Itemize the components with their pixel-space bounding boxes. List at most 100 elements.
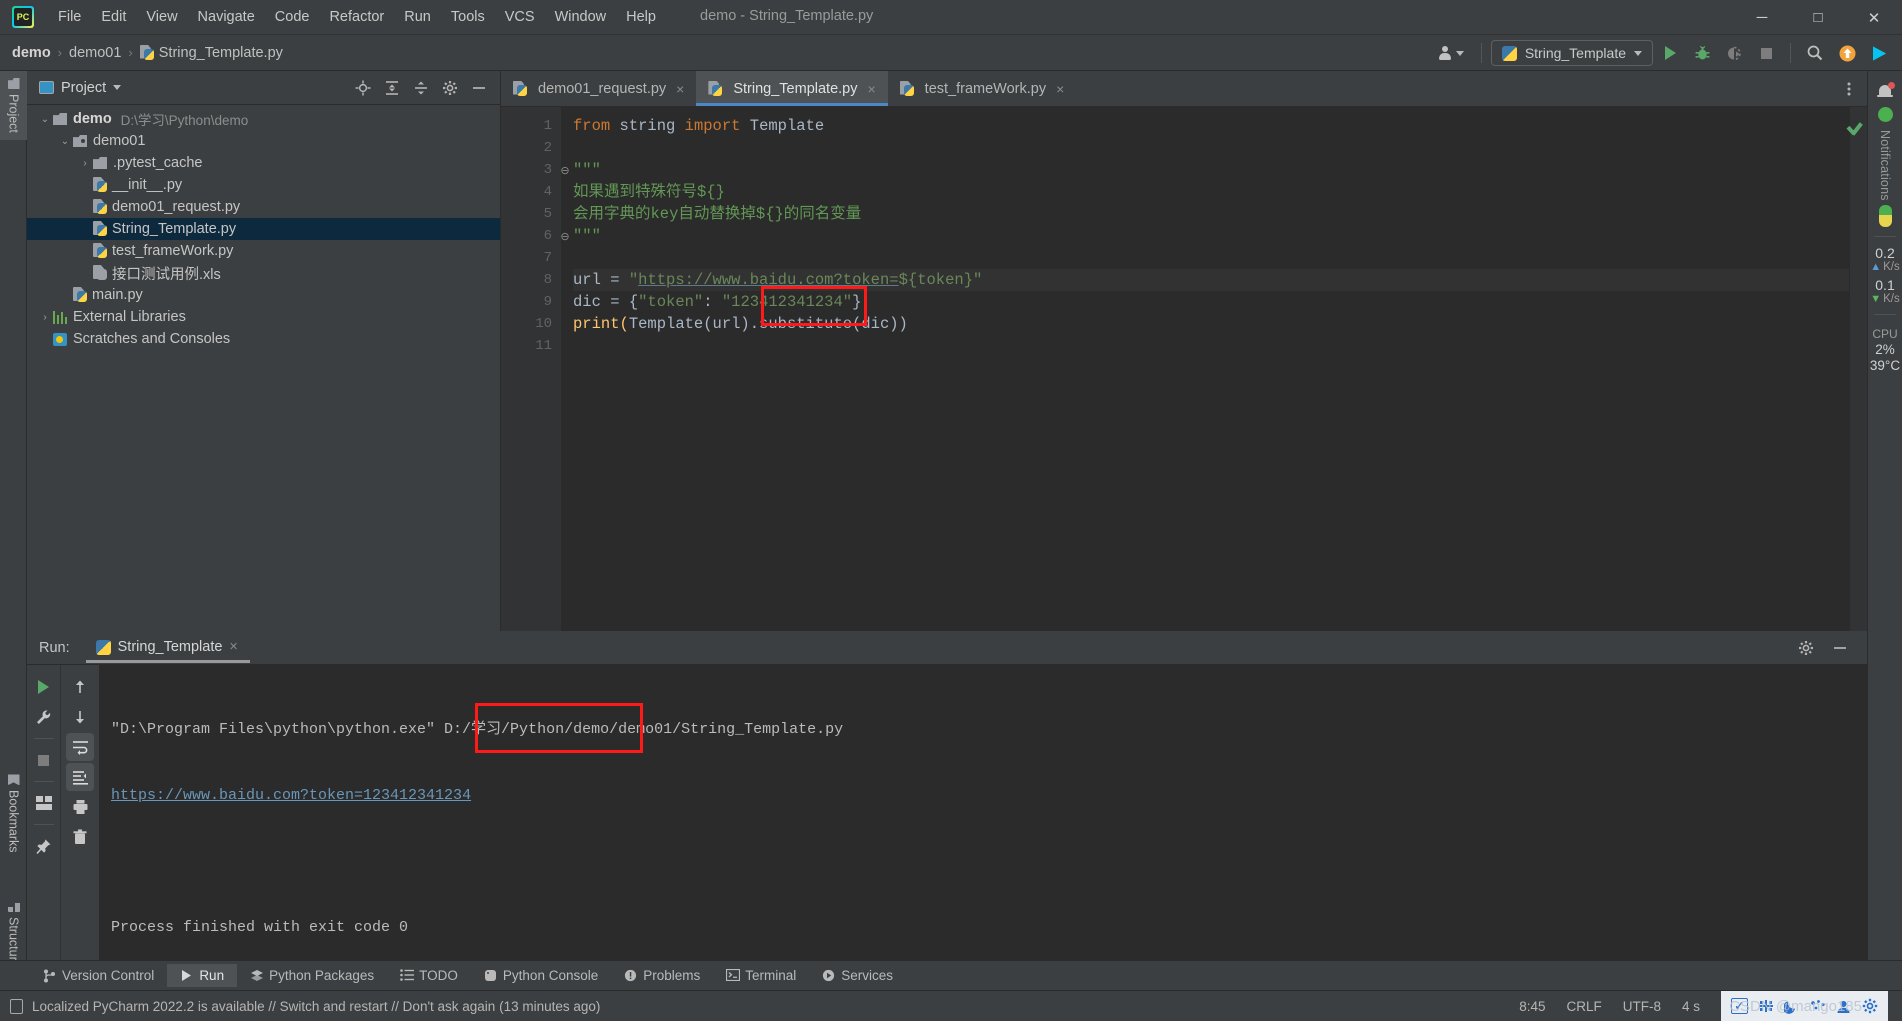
bottom-tab-python-console[interactable]: Python Console [471, 964, 611, 987]
pin-icon[interactable] [30, 832, 58, 860]
event-log-icon[interactable] [10, 998, 23, 1014]
minimize-button[interactable]: ─ [1734, 0, 1790, 35]
tree-row[interactable]: String_Template.py [27, 218, 500, 240]
expand-all-icon[interactable] [379, 76, 405, 100]
code-editor[interactable]: 1 2 3 4 5 6 7 8 9 10 11 ⊖ ⊖ from string import Templ… [501, 107, 1867, 631]
status-line-separator[interactable]: CRLF [1566, 999, 1601, 1014]
tree-row[interactable]: __init__.py [27, 174, 500, 196]
print-icon[interactable] [66, 793, 94, 821]
bottom-tab-version-control[interactable]: Version Control [30, 964, 167, 987]
code-line-10[interactable]: print(Template(url).substitute(dic)) [573, 313, 1849, 335]
user-icon[interactable] [1835, 998, 1852, 1014]
status-encoding[interactable]: UTF-8 [1623, 999, 1661, 1014]
sidebar-item-bookmarks[interactable]: Bookmarks [0, 767, 27, 860]
update-icon[interactable] [1832, 40, 1862, 66]
code-line-5[interactable]: 会用字典的key自动替换掉${}的同名变量 [573, 203, 1849, 225]
tree-row[interactable]: test_frameWork.py [27, 240, 500, 262]
locate-icon[interactable] [350, 76, 376, 100]
menu-item-navigate[interactable]: Navigate [188, 6, 265, 28]
close-icon[interactable]: × [229, 639, 237, 655]
tree-row[interactable]: main.py [27, 284, 500, 306]
trash-icon[interactable] [66, 823, 94, 851]
console-token-value[interactable]: 123412341234 [363, 787, 471, 804]
menu-item-window[interactable]: Window [545, 6, 617, 28]
hide-panel-icon[interactable] [466, 76, 492, 100]
bottom-tool-bar[interactable]: Version Control Run Python Packages TODO Pyt… [0, 960, 1902, 990]
code-content[interactable]: from string import Template """ 如果遇到特殊符号$… [561, 107, 1849, 631]
tree-row[interactable]: › External Libraries [27, 306, 500, 328]
dots-icon[interactable] [1809, 998, 1826, 1014]
stop-icon[interactable] [30, 746, 58, 774]
debug-icon[interactable] [1687, 40, 1717, 66]
menu-item-edit[interactable]: Edit [91, 6, 136, 28]
close-button[interactable]: ✕ [1846, 0, 1902, 35]
editor-tab-1[interactable]: String_Template.py × [696, 71, 888, 106]
collapse-all-icon[interactable] [408, 76, 434, 100]
menu-item-view[interactable]: View [136, 6, 187, 28]
rerun-icon[interactable] [30, 673, 58, 701]
menu-item-vcs[interactable]: VCS [495, 6, 545, 28]
run-icon[interactable] [1655, 40, 1685, 66]
wrench-icon[interactable] [30, 703, 58, 731]
gear-icon[interactable] [1793, 636, 1819, 660]
maximize-button[interactable]: □ [1790, 0, 1846, 35]
close-icon[interactable]: × [867, 81, 875, 97]
tree-row[interactable]: 接口测试用例.xls [27, 262, 500, 284]
code-line-2[interactable] [573, 137, 1849, 159]
close-icon[interactable]: × [1056, 81, 1064, 97]
project-tree[interactable]: ⌄ demo D:\学习\Python\demo ⌄ demo01 › .pytest_ca… [27, 105, 500, 350]
up-icon[interactable] [66, 673, 94, 701]
bottom-tab-services[interactable]: Services [809, 964, 906, 987]
down-icon[interactable] [66, 703, 94, 731]
console-output[interactable]: "D:\Program Files\python\python.exe" D:/… [99, 665, 1867, 990]
hide-panel-icon[interactable] [1827, 636, 1853, 660]
gear-icon[interactable] [1861, 998, 1878, 1014]
notifications-label[interactable]: Notifications [1878, 130, 1892, 201]
bottom-tab-problems[interactable]: Problems [611, 964, 713, 987]
editor-tab-0[interactable]: demo01_request.py × [501, 71, 697, 106]
gear-icon[interactable] [437, 76, 463, 100]
stop-icon[interactable] [1751, 40, 1781, 66]
code-line-9[interactable]: dic = {"token": "123412341234"} [573, 291, 1849, 313]
console-url-link[interactable]: https://www.baidu.com?token= [111, 787, 363, 804]
soft-wrap-icon[interactable] [66, 733, 94, 761]
network-icon[interactable] [1757, 998, 1774, 1014]
code-line-8[interactable]: url = "https://www.baidu.com?token=${tok… [573, 269, 1849, 291]
bottom-tab-todo[interactable]: TODO [387, 964, 471, 987]
chevron-down-icon[interactable]: ⌄ [37, 114, 53, 125]
code-line-1[interactable]: from string import Template [573, 115, 1849, 137]
code-line-7[interactable] [573, 247, 1849, 269]
close-icon[interactable]: × [676, 81, 684, 97]
chevron-right-icon[interactable]: › [37, 312, 53, 323]
ok-check-icon[interactable] [1847, 121, 1863, 137]
moon-icon[interactable] [1783, 998, 1800, 1014]
menu-item-code[interactable]: Code [265, 6, 320, 28]
search-icon[interactable] [1800, 40, 1830, 66]
scroll-to-end-icon[interactable] [66, 763, 94, 791]
tree-row[interactable]: ⌄ demo01 [27, 130, 500, 152]
code-line-3[interactable]: """ [573, 159, 1849, 181]
breadcrumb-item-2[interactable]: String_Template.py [140, 45, 283, 61]
breadcrumb-item-0[interactable]: demo [12, 45, 51, 61]
menu-item-file[interactable]: File [48, 6, 91, 28]
editor-tabs[interactable]: demo01_request.py × String_Template.py × tes… [501, 71, 1867, 107]
bottom-tab-terminal[interactable]: Terminal [713, 964, 809, 987]
bottom-tab-run[interactable]: Run [167, 964, 238, 987]
editor-tab-2[interactable]: test_frameWork.py × [887, 71, 1077, 106]
code-line-6[interactable]: """ [573, 225, 1849, 247]
checkbox-icon[interactable]: ✓ [1731, 998, 1748, 1014]
chevron-down-icon[interactable] [113, 85, 122, 90]
tree-row[interactable]: ⌄ demo D:\学习\Python\demo [27, 108, 500, 130]
run-configuration-selector[interactable]: String_Template [1490, 40, 1653, 66]
menu-item-tools[interactable]: Tools [441, 6, 495, 28]
ide-features-trainer-icon[interactable] [1864, 40, 1894, 66]
code-line-4[interactable]: 如果遇到特殊符号${} [573, 181, 1849, 203]
menu-item-help[interactable]: Help [616, 6, 666, 28]
bottom-tab-python-packages[interactable]: Python Packages [237, 964, 387, 987]
tree-row[interactable]: Scratches and Consoles [27, 328, 500, 350]
breadcrumb-item-1[interactable]: demo01 [69, 45, 121, 61]
code-line-11[interactable] [573, 335, 1849, 357]
menu-item-refactor[interactable]: Refactor [319, 6, 394, 28]
editor-tabs-more-icon[interactable] [1841, 71, 1867, 106]
run-with-coverage-icon[interactable] [1719, 40, 1749, 66]
